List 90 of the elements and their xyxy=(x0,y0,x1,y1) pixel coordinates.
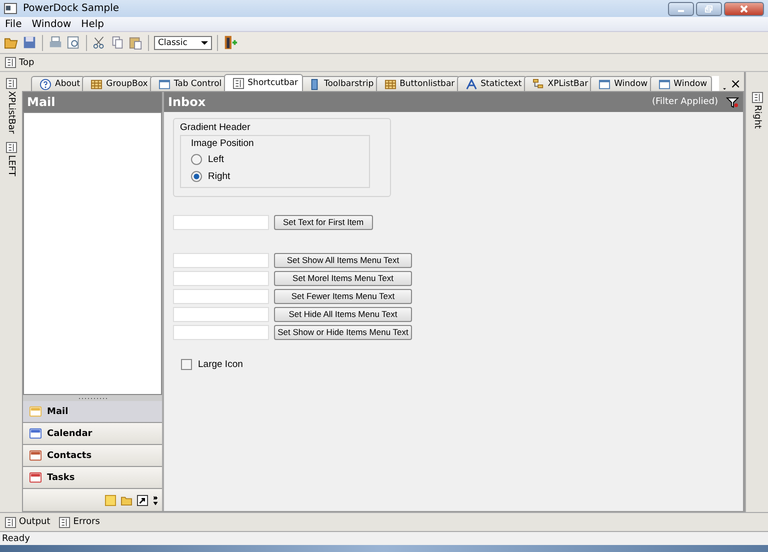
radio-label[interactable]: Right xyxy=(208,170,230,182)
group-title: Gradient Header xyxy=(180,122,252,133)
menu-item[interactable]: File xyxy=(5,18,22,30)
dropdown-icon[interactable] xyxy=(723,87,726,91)
tab-icon xyxy=(466,78,477,90)
paste-icon[interactable] xyxy=(128,35,143,50)
radio-button[interactable] xyxy=(191,170,202,182)
panel-icon xyxy=(5,516,16,528)
input-field[interactable] xyxy=(173,252,269,268)
exit-door-icon[interactable] xyxy=(223,35,238,50)
tab-list-field[interactable] xyxy=(712,76,720,91)
theme-combo[interactable]: Classic xyxy=(154,36,212,50)
panel-header: Mail xyxy=(23,92,162,112)
dock-tab[interactable]: XPListBar xyxy=(6,91,16,134)
document-tab[interactable]: Buttonlistbar xyxy=(376,76,460,91)
set-text-button[interactable]: Set Hide All Items Menu Text xyxy=(274,306,412,322)
set-text-button[interactable]: Set Text for First Item xyxy=(274,214,373,230)
dock-tab[interactable]: Output xyxy=(19,517,50,527)
document-tab[interactable]: Shortcutbar xyxy=(224,74,303,91)
dock-tab[interactable]: Errors xyxy=(73,517,100,527)
restore-icon xyxy=(704,4,714,12)
input-field[interactable] xyxy=(173,288,269,304)
shortcut-arrow-icon[interactable] xyxy=(137,494,148,506)
input-field[interactable] xyxy=(173,270,269,286)
document-tab[interactable]: Tab Control xyxy=(150,76,227,91)
dock-tab[interactable]: LEFT xyxy=(6,154,16,176)
tab-icon xyxy=(532,78,544,90)
input-field[interactable] xyxy=(173,306,269,322)
set-text-button[interactable]: Set Show All Items Menu Text xyxy=(274,252,412,268)
checkbox-label[interactable]: Large Icon xyxy=(198,359,243,370)
radio-label[interactable]: Left xyxy=(208,154,224,164)
shortcut-icon xyxy=(29,427,42,440)
document-tab[interactable]: Window xyxy=(590,76,653,91)
panel-icon xyxy=(6,78,16,89)
tab-icon xyxy=(232,78,244,88)
save-icon[interactable] xyxy=(22,35,37,50)
document-tab[interactable]: Window xyxy=(650,76,712,91)
group-title: Image Position xyxy=(191,138,255,149)
dock-tab[interactable]: Right xyxy=(752,105,762,129)
tab-icon xyxy=(158,78,170,90)
panel-icon xyxy=(752,92,762,103)
set-text-button[interactable]: Set Fewer Items Menu Text xyxy=(274,288,412,304)
document-tab[interactable]: GroupBox xyxy=(82,76,153,91)
window-title: PowerDock Sample xyxy=(23,3,120,14)
document-tab[interactable]: Statictext xyxy=(456,76,527,91)
note-icon[interactable] xyxy=(105,494,116,506)
input-field[interactable] xyxy=(173,214,269,230)
tab-icon xyxy=(658,78,670,90)
panel-header: Inbox xyxy=(168,95,206,109)
shortcut-icon xyxy=(29,471,42,484)
close-button[interactable] xyxy=(724,2,764,16)
folder-icon[interactable] xyxy=(121,494,132,506)
shortcut-item[interactable]: Tasks xyxy=(23,467,162,489)
filter-status: (Filter Applied) xyxy=(652,97,718,107)
tab-icon xyxy=(384,78,396,90)
menu-item[interactable]: Window xyxy=(32,18,72,30)
set-text-button[interactable]: Set Show or Hide Items Menu Text xyxy=(274,324,412,340)
panel-icon xyxy=(5,57,16,68)
restore-button[interactable] xyxy=(696,2,722,16)
document-tab[interactable]: XPListBar xyxy=(524,76,594,91)
shortcut-item[interactable]: Mail xyxy=(23,401,162,423)
document-tab[interactable]: About xyxy=(31,76,86,91)
caret-icon xyxy=(201,40,208,44)
shortcut-icon xyxy=(29,449,42,462)
shortcut-item[interactable]: Contacts xyxy=(23,445,162,467)
filter-icon[interactable] xyxy=(726,96,739,108)
menu-item[interactable]: Help xyxy=(81,18,104,30)
tab-icon xyxy=(91,78,102,90)
set-text-button[interactable]: Set Morel Items Menu Text xyxy=(274,270,412,286)
tab-icon xyxy=(40,78,51,90)
splitter-handle[interactable] xyxy=(23,395,162,401)
tab-icon xyxy=(599,78,610,90)
panel-icon xyxy=(6,142,16,153)
chevron-icon[interactable] xyxy=(153,494,158,506)
panel-icon xyxy=(59,516,70,528)
close-tab-button[interactable]: × xyxy=(730,78,741,91)
status-text: Ready xyxy=(2,534,30,544)
radio-button[interactable] xyxy=(191,154,202,164)
shortcut-item[interactable]: Calendar xyxy=(23,423,162,445)
minimize-button[interactable] xyxy=(668,2,694,16)
checkbox[interactable] xyxy=(181,359,192,370)
print-preview-icon[interactable] xyxy=(66,35,81,50)
copy-icon[interactable] xyxy=(110,35,125,50)
shortcut-icon xyxy=(29,405,42,418)
dock-tab[interactable]: Top xyxy=(19,58,34,68)
print-icon[interactable] xyxy=(48,35,63,50)
close-icon xyxy=(739,4,749,12)
tab-icon xyxy=(308,78,320,90)
input-field[interactable] xyxy=(173,324,269,340)
app-icon xyxy=(4,3,17,14)
